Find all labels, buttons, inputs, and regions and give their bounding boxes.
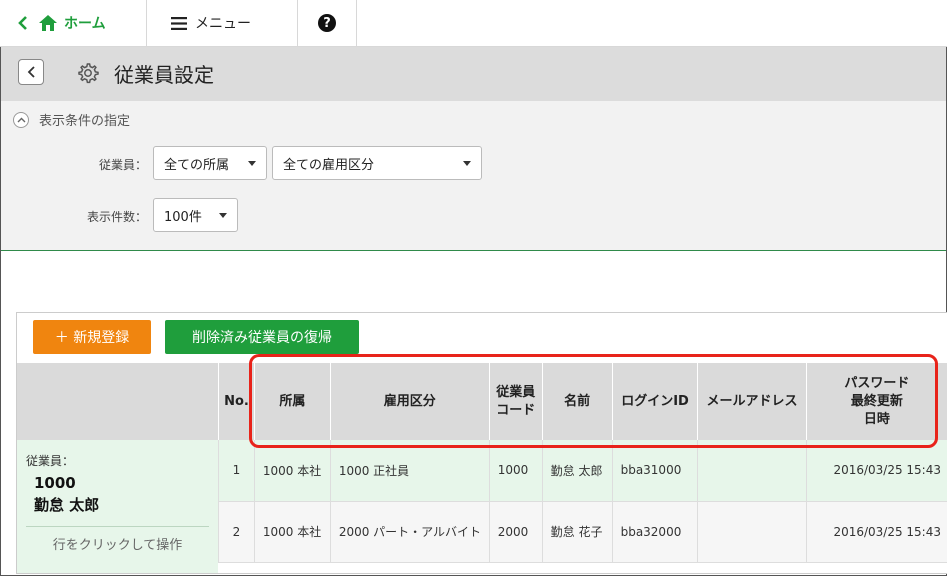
help-icon: ? bbox=[318, 14, 336, 32]
table-row[interactable]: 1 1000 本社 1000 正社員 1000 勤怠 太郎 bba31000 2… bbox=[218, 440, 947, 502]
selected-employee-label: 従業員： bbox=[26, 454, 75, 468]
table-row[interactable]: 2 1000 本社 2000 パート・アルバイト 2000 勤怠 花子 bba3… bbox=[218, 501, 947, 563]
cell-code: 2000 bbox=[488, 501, 543, 563]
filter-panel: 表示条件の指定 従業員： 全ての所属 全ての雇用区分 表示件数： 100件 bbox=[1, 101, 946, 251]
filter-toggle[interactable]: 表示条件の指定 bbox=[13, 110, 130, 129]
cell-employment: 2000 パート・アルバイト bbox=[329, 501, 490, 563]
cell-department: 1000 本社 bbox=[253, 501, 331, 563]
employment-select-value: 全ての雇用区分 bbox=[283, 157, 375, 173]
title-bar: 従業員設定 bbox=[1, 47, 946, 101]
cell-login: bba31000 bbox=[611, 440, 698, 502]
count-select-value: 100件 bbox=[164, 209, 202, 225]
employment-type-select[interactable]: 全ての雇用区分 bbox=[272, 146, 482, 180]
cell-name: 勤怠 花子 bbox=[541, 501, 613, 563]
cell-email bbox=[697, 440, 807, 502]
employee-filter-label: 従業員： bbox=[99, 158, 148, 172]
col-header-code-line2: コード bbox=[496, 402, 536, 418]
col-header-email[interactable]: メールアドレス bbox=[697, 363, 807, 440]
chevron-left-icon bbox=[27, 66, 35, 78]
hamburger-icon bbox=[171, 16, 187, 30]
selected-employee-column: 従業員： 1000 勤怠 太郎 行をクリックして操作 bbox=[17, 363, 218, 573]
help-button[interactable]: ? bbox=[298, 0, 357, 46]
cell-name: 勤怠 太郎 bbox=[541, 440, 613, 502]
cell-department: 1000 本社 bbox=[253, 440, 331, 502]
menu-button[interactable]: メニュー bbox=[147, 0, 298, 46]
gear-icon bbox=[78, 63, 99, 84]
employee-table: No. 所属 雇用区分 従業員 コード 名前 ログインID メールアドレス パス… bbox=[218, 363, 947, 563]
cell-no: 1 bbox=[218, 440, 255, 502]
selected-employee-card: 従業員： 1000 勤怠 太郎 行をクリックして操作 bbox=[17, 440, 218, 573]
restore-deleted-button[interactable]: 削除済み従業員の復帰 bbox=[165, 320, 359, 354]
col-header-department[interactable]: 所属 bbox=[253, 363, 331, 440]
col-header-code-line1: 従業員 bbox=[496, 384, 536, 400]
col-header-name[interactable]: 名前 bbox=[541, 363, 613, 440]
count-label: 表示件数： bbox=[87, 210, 148, 224]
table-header-row: No. 所属 雇用区分 従業員 コード 名前 ログインID メールアドレス パス… bbox=[218, 363, 947, 440]
col-header-pw-line2: 最終更新 bbox=[850, 393, 903, 409]
cell-password-updated: 2016/03/25 15:43 bbox=[805, 501, 947, 563]
cell-employment: 1000 正社員 bbox=[329, 440, 490, 502]
top-nav: ホーム メニュー ? bbox=[0, 0, 947, 47]
row-click-hint: 行をクリックして操作 bbox=[52, 538, 183, 553]
department-select[interactable]: 全ての所属 bbox=[153, 146, 267, 180]
filter-title: 表示条件の指定 bbox=[39, 114, 131, 129]
department-select-value: 全ての所属 bbox=[164, 157, 230, 173]
employee-list-panel: ＋ 新規登録 削除済み従業員の復帰 従業員： 1000 勤怠 太郎 行をクリック… bbox=[16, 312, 947, 574]
col-header-password-updated[interactable]: パスワード 最終更新 日時 bbox=[805, 363, 947, 440]
caret-down-icon bbox=[463, 161, 471, 166]
home-label: ホーム bbox=[64, 16, 106, 32]
cell-password-updated: 2016/03/25 15:43 bbox=[805, 440, 947, 502]
cell-email bbox=[697, 501, 807, 563]
col-header-no[interactable]: No. bbox=[218, 363, 255, 440]
menu-label: メニュー bbox=[195, 16, 251, 32]
cell-code: 1000 bbox=[488, 440, 543, 502]
count-select[interactable]: 100件 bbox=[153, 198, 238, 232]
selected-employee-name: 勤怠 太郎 bbox=[34, 496, 100, 514]
cell-no: 2 bbox=[218, 501, 255, 563]
chevron-left-icon bbox=[18, 16, 27, 30]
col-header-employment[interactable]: 雇用区分 bbox=[329, 363, 490, 440]
col-header-login[interactable]: ログインID bbox=[611, 363, 698, 440]
col-header-pw-line1: パスワード bbox=[844, 375, 910, 391]
chevron-up-icon bbox=[13, 111, 29, 128]
page-title: 従業員設定 bbox=[114, 63, 214, 87]
home-link[interactable]: ホーム bbox=[0, 0, 147, 46]
col-header-code[interactable]: 従業員 コード bbox=[488, 363, 543, 440]
divider bbox=[26, 526, 209, 527]
left-header bbox=[17, 363, 218, 440]
selected-employee-code: 1000 bbox=[34, 474, 76, 492]
home-icon bbox=[39, 15, 57, 31]
caret-down-icon bbox=[248, 161, 256, 166]
caret-down-icon bbox=[219, 213, 227, 218]
back-button[interactable] bbox=[18, 59, 44, 85]
col-header-pw-line3: 日時 bbox=[863, 411, 890, 427]
new-register-button[interactable]: ＋ 新規登録 bbox=[33, 320, 151, 354]
cell-login: bba32000 bbox=[611, 501, 698, 563]
